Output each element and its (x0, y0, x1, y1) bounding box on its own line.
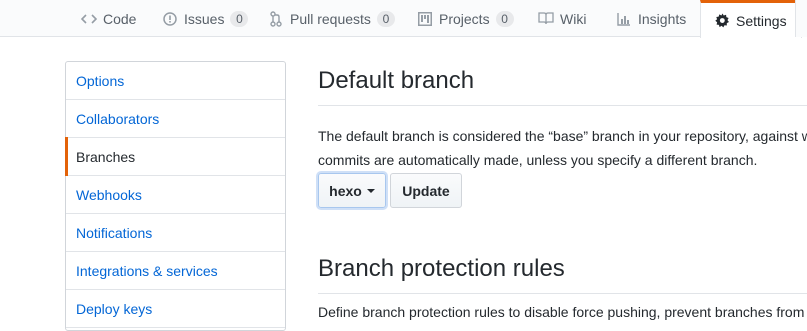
tab-code[interactable]: Code (81, 0, 136, 37)
branch-protection-title: Branch protection rules (318, 255, 565, 282)
issues-count-badge: 0 (230, 10, 249, 27)
branch-protection-description: Define branch protection rules to disabl… (318, 304, 805, 320)
sidebar-item-collaborators[interactable]: Collaborators (66, 100, 285, 138)
section-divider (318, 105, 807, 106)
sidebar-item-deploy-keys[interactable]: Deploy keys (66, 290, 285, 328)
description-line: The default branch is considered the “ba… (318, 128, 807, 144)
settings-main: Default branch The default branch is con… (318, 0, 807, 320)
sidebar-item-notifications[interactable]: Notifications (66, 214, 285, 252)
tab-label: Code (103, 10, 137, 27)
sidebar-item-integrations-services[interactable]: Integrations & services (66, 252, 285, 290)
sidebar-item-options[interactable]: Options (66, 62, 285, 100)
default-branch-description: The default branch is considered the “ba… (318, 124, 807, 172)
branch-select-label: hexo (329, 182, 362, 199)
section-divider (318, 293, 807, 294)
update-button[interactable]: Update (390, 173, 462, 208)
code-icon (81, 11, 97, 27)
caret-down-icon (366, 188, 375, 193)
default-branch-title: Default branch (318, 67, 475, 94)
git-pull-request-icon (268, 10, 284, 27)
tab-issues[interactable]: Issues 0 (162, 0, 249, 37)
settings-sidebar: Options Collaborators Branches Webhooks … (65, 61, 286, 331)
description-line: commits are automatically made, unless y… (318, 152, 758, 168)
branch-select-button[interactable]: hexo (318, 173, 386, 208)
sidebar-item-webhooks[interactable]: Webhooks (66, 176, 285, 214)
issue-opened-icon (162, 11, 178, 27)
sidebar-item-branches[interactable]: Branches (65, 137, 285, 176)
tab-label: Issues (184, 10, 225, 27)
